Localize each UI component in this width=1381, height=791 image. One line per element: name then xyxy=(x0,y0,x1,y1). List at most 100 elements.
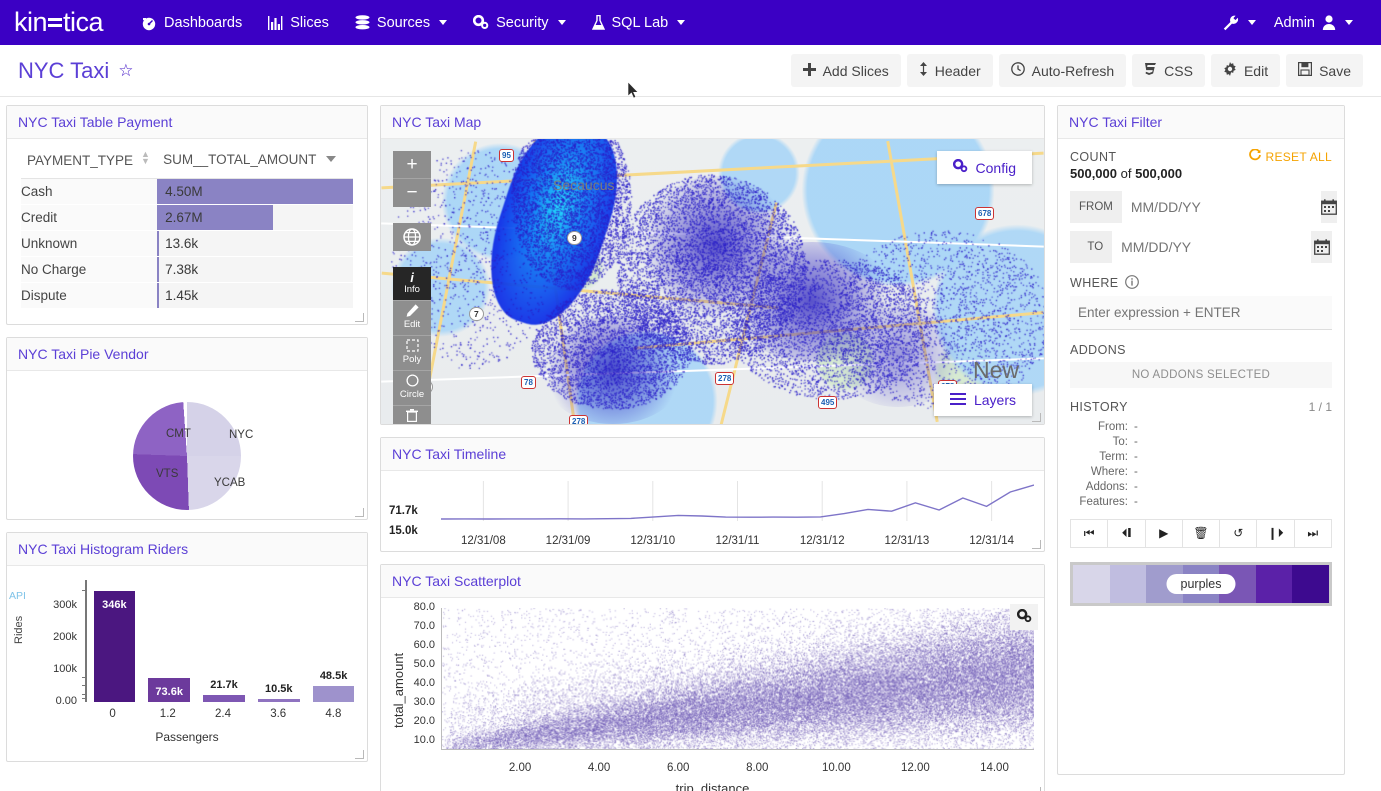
count-total: 500,000 xyxy=(1135,166,1182,181)
nav-tools-menu[interactable] xyxy=(1223,15,1256,31)
resize-handle[interactable] xyxy=(1032,413,1041,422)
map-layers-button[interactable]: Layers xyxy=(934,384,1032,416)
history-key: Where: xyxy=(1070,465,1128,480)
nav-item-label: Sources xyxy=(377,15,430,31)
resize-handle[interactable] xyxy=(1032,787,1041,791)
panel-title: NYC Taxi Filter xyxy=(1058,106,1344,139)
skip-to-start-button[interactable]: ⏮ xyxy=(1071,520,1108,547)
map-tool-circle-button[interactable]: Circle xyxy=(393,371,431,406)
map-zoom-in-button[interactable]: + xyxy=(393,151,431,179)
map-tool-clear-button[interactable]: Clear xyxy=(393,406,431,424)
table-row[interactable]: Credit 2.67M xyxy=(21,205,353,231)
add-slices-button[interactable]: Add Slices xyxy=(791,54,901,87)
reset-button[interactable]: ↺ xyxy=(1220,520,1257,547)
nav-item-label: Slices xyxy=(290,15,329,31)
table-row[interactable]: No Charge 7.38k xyxy=(21,257,353,283)
auto-refresh-button[interactable]: Auto-Refresh xyxy=(999,54,1126,87)
histogram-bar[interactable]: 10.5k xyxy=(258,699,300,702)
palette-swatch xyxy=(1256,565,1293,603)
left-column: NYC Taxi Table Payment PAYMENT_TYPE ▲ ▼ SU… xyxy=(6,105,368,774)
nav-item-slices[interactable]: Slices xyxy=(268,15,329,31)
where-expression-input[interactable] xyxy=(1070,296,1332,330)
cell-total-amount: 4.50M xyxy=(157,179,353,205)
histogram-chart[interactable]: API Rides 0.00 100k 200k 300k 346k 73.6k 21.7… xyxy=(7,566,367,746)
step-back-button[interactable]: ⏴❙ xyxy=(1108,520,1145,547)
timeline-ytick-max: 71.7k xyxy=(389,505,418,517)
map-tool-info-button[interactable]: i Info xyxy=(393,267,431,301)
to-calendar-icon[interactable] xyxy=(1311,231,1332,263)
column-header-payment-type[interactable]: PAYMENT_TYPE ▲ ▼ xyxy=(21,143,157,179)
save-button[interactable]: Save xyxy=(1286,54,1363,87)
pie-chart[interactable]: NYC YCAB VTS CMT xyxy=(18,381,356,531)
edit-button[interactable]: Edit xyxy=(1211,54,1280,87)
timeline-chart[interactable]: 71.7k 15.0k 12/31/08 12/31/09 12/31/10 12/3… xyxy=(381,473,1044,551)
map-tool-poly-button[interactable]: Poly xyxy=(393,336,431,371)
cell-payment-type: Credit xyxy=(21,205,157,231)
resize-handle[interactable] xyxy=(355,313,364,322)
wrench-icon xyxy=(1223,15,1239,31)
table-row[interactable]: Unknown 13.6k xyxy=(21,231,353,257)
scatter-x-tick: 14.00 xyxy=(980,762,1009,774)
resize-handle[interactable] xyxy=(355,508,364,517)
from-date-input[interactable] xyxy=(1122,191,1321,223)
color-palette[interactable]: purples xyxy=(1070,562,1332,606)
to-date-input[interactable] xyxy=(1112,231,1311,263)
table-body: Cash 4.50M Credit 2.67M Unknown 13.6k No Charg… xyxy=(21,179,353,309)
nav-item-dashboards[interactable]: Dashboards xyxy=(141,15,242,31)
history-value: - xyxy=(1134,480,1138,495)
history-key: From: xyxy=(1070,420,1128,435)
nav-admin-menu[interactable]: Admin xyxy=(1274,15,1353,31)
addons-empty-state[interactable]: NO ADDONS SELECTED xyxy=(1070,362,1332,388)
kinetica-logo[interactable]: kin tica xyxy=(14,7,103,38)
timeline-x-tick: 12/31/11 xyxy=(716,535,760,547)
play-icon: ▶ xyxy=(1159,526,1168,540)
history-value: - xyxy=(1134,465,1138,480)
reset-all-button[interactable]: RESET ALL xyxy=(1249,149,1332,164)
table-row[interactable]: Dispute 1.45k xyxy=(21,283,353,309)
panel-map: NYC Taxi Map Secaucus New York xyxy=(380,105,1045,425)
histogram-bar[interactable]: 346k xyxy=(94,591,136,702)
pie-label-cmt: CMT xyxy=(166,428,191,440)
info-icon[interactable] xyxy=(1125,275,1139,290)
table-row[interactable]: Cash 4.50M xyxy=(21,179,353,205)
panel-table-payment: NYC Taxi Table Payment PAYMENT_TYPE ▲ ▼ SU… xyxy=(6,105,368,325)
map-zoom-out-button[interactable]: − xyxy=(393,179,431,207)
nav-item-sources[interactable]: Sources xyxy=(355,15,447,31)
histogram-bar[interactable]: 21.7k xyxy=(203,695,245,702)
histogram-bar[interactable]: 73.6k xyxy=(148,678,190,702)
nav-item-security[interactable]: Security xyxy=(473,15,565,31)
column-header-sum-total-amount[interactable]: SUM__TOTAL_AMOUNT xyxy=(157,143,353,179)
circle-icon xyxy=(393,374,431,390)
panel-histogram-riders: NYC Taxi Histogram Riders API Rides 0.00… xyxy=(6,532,368,762)
button-label: Edit xyxy=(1244,63,1268,79)
count-row: COUNT RESET ALL xyxy=(1070,149,1332,164)
nav-item-sql-lab[interactable]: SQL Lab xyxy=(592,15,686,31)
resize-handle[interactable] xyxy=(355,750,364,759)
css-button[interactable]: CSS xyxy=(1132,54,1205,87)
map-config-button[interactable]: Config xyxy=(937,151,1032,184)
map-canvas[interactable]: Secaucus New York East River COLLEGE POI… xyxy=(381,139,1044,424)
delete-button[interactable]: 🗑 xyxy=(1183,520,1220,547)
play-button[interactable]: ▶ xyxy=(1146,520,1183,547)
map-globe-button[interactable] xyxy=(393,223,431,251)
from-calendar-icon[interactable] xyxy=(1321,191,1337,223)
histogram-bar[interactable]: 48.5k xyxy=(313,686,355,702)
column-label: PAYMENT_TYPE xyxy=(27,153,133,168)
palette-swatch xyxy=(1110,565,1147,603)
right-column: NYC Taxi Filter COUNT RESET ALL 500,000 … xyxy=(1057,105,1345,787)
timeline-ytick-min: 15.0k xyxy=(389,525,418,537)
addons-label: ADDONS xyxy=(1070,343,1332,357)
map-shield-95: 95 xyxy=(499,149,514,162)
timeline-x-tick: 12/31/08 xyxy=(461,535,506,547)
scatter-settings-button[interactable] xyxy=(1010,604,1038,630)
skip-to-end-button[interactable]: ⏭ xyxy=(1295,520,1331,547)
favorite-star-icon[interactable]: ☆ xyxy=(118,61,133,81)
map-shield-678: 678 xyxy=(975,207,994,220)
step-forward-button[interactable]: ❙⏵ xyxy=(1257,520,1294,547)
resize-handle[interactable] xyxy=(1032,540,1041,549)
map-tool-edit-button[interactable]: Edit xyxy=(393,301,431,336)
header-button[interactable]: Header xyxy=(907,54,993,87)
hamburger-icon xyxy=(950,392,966,408)
chevron-down-icon xyxy=(558,20,566,25)
scatter-chart[interactable]: 10.0 20.0 30.0 40.0 50.0 60.0 70.0 80.0 total_a… xyxy=(381,598,1044,791)
